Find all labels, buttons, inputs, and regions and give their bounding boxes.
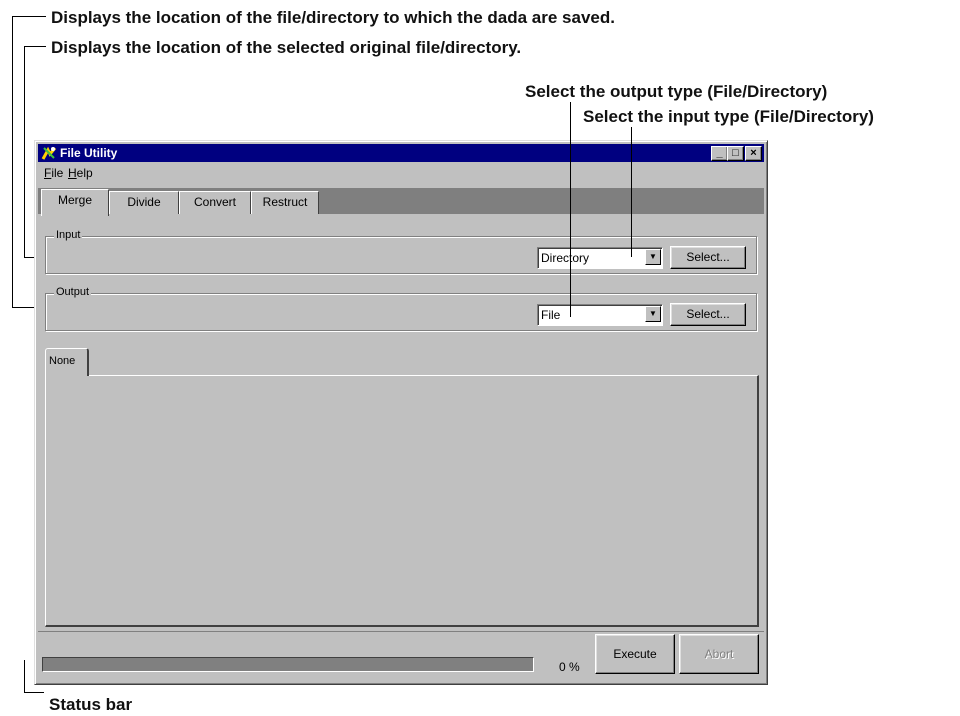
menu-help-label: elp [76, 166, 93, 180]
menu-help-mnemonic: H [68, 166, 77, 180]
menu-help[interactable]: Help [68, 166, 93, 180]
execute-button[interactable]: Execute [595, 634, 675, 674]
menu-file[interactable]: File [44, 166, 63, 180]
output-group: Output File ▼ Select... [45, 286, 757, 331]
output-group-label: Output [54, 286, 92, 298]
main-tab-strip: Merge Divide Convert Restruct [38, 188, 764, 216]
maximize-button[interactable]: □ [727, 146, 744, 161]
callout-output-type: Select the output type (File/Directory) [525, 82, 828, 101]
callout-status-bar: Status bar [49, 695, 133, 714]
title-bar[interactable]: File Utility _ □ × [38, 144, 764, 162]
file-utility-app-icon [41, 146, 57, 160]
output-select-button[interactable]: Select... [670, 303, 746, 326]
chevron-down-icon[interactable]: ▼ [645, 306, 661, 322]
menu-file-label: ile [51, 166, 64, 180]
menu-bar: File Help [38, 164, 764, 182]
leader-output-horizontal [12, 16, 46, 17]
status-bar: 0 % Execute Abort [38, 631, 764, 681]
tab-none[interactable]: None [45, 348, 89, 376]
content-panel [45, 375, 759, 627]
output-type-value: File [541, 308, 561, 322]
leader-status-foot [24, 692, 44, 693]
callout-input-location: Displays the location of the selected or… [51, 38, 522, 57]
progress-bar [42, 657, 534, 672]
leader-input-type [631, 127, 632, 257]
leader-output-type [570, 102, 571, 317]
tab-divide[interactable]: Divide [109, 191, 179, 214]
output-type-select[interactable]: File ▼ [537, 304, 663, 326]
chevron-down-icon[interactable]: ▼ [645, 249, 661, 265]
tab-restruct[interactable]: Restruct [251, 191, 319, 214]
tab-merge[interactable]: Merge [41, 189, 109, 216]
minimize-button[interactable]: _ [711, 146, 728, 161]
file-utility-window: File Utility _ □ × File Help Merge Divid… [34, 140, 768, 685]
input-group-label: Input [54, 229, 83, 241]
tab-convert[interactable]: Convert [179, 191, 251, 214]
leader-input-horizontal [24, 46, 46, 47]
input-select-button[interactable]: Select... [670, 246, 746, 269]
input-type-value: Directory [541, 251, 590, 265]
progress-percent: 0 % [559, 660, 580, 674]
abort-button[interactable]: Abort [679, 634, 759, 674]
leader-output-vertical [12, 16, 13, 308]
input-type-select[interactable]: Directory ▼ [537, 247, 663, 269]
leader-status-vertical [24, 660, 25, 693]
close-button[interactable]: × [745, 146, 762, 161]
callout-input-type: Select the input type (File/Directory) [583, 107, 874, 126]
window-title: File Utility [60, 146, 118, 160]
callout-output-location: Displays the location of the file/direct… [51, 8, 615, 27]
leader-input-vertical [24, 46, 25, 258]
input-group: Input Directory ▼ Select... [45, 229, 757, 274]
